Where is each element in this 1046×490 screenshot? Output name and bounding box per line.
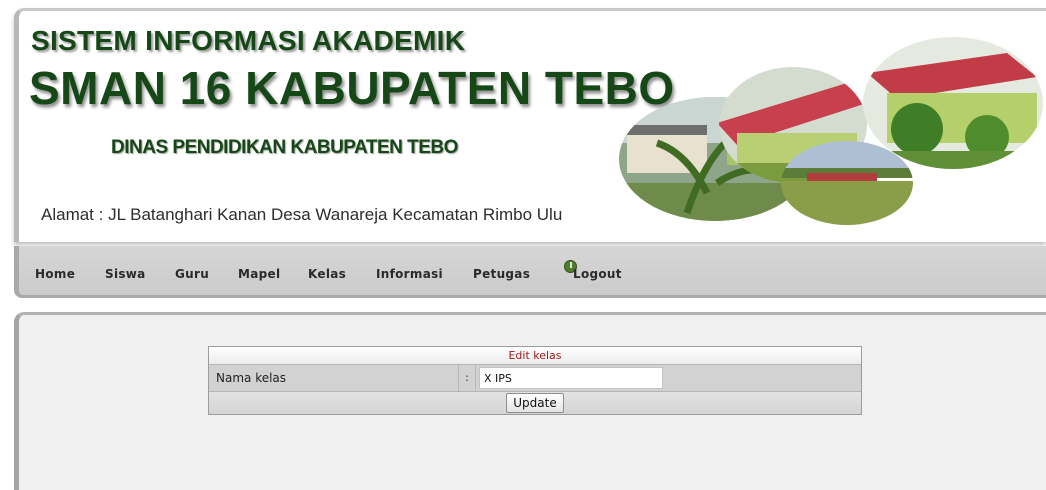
department-name: DINAS PENDIDIKAN KABUPATEN TEBO	[111, 137, 458, 158]
nav-mapel[interactable]: Mapel	[238, 267, 280, 281]
form-row-nama-kelas: Nama kelas :	[209, 365, 861, 392]
nama-kelas-label: Nama kelas	[216, 371, 287, 385]
nama-kelas-input[interactable]	[479, 367, 663, 389]
nav-siswa[interactable]: Siswa	[105, 267, 146, 281]
school-name: SMAN 16 KABUPATEN TEBO	[29, 62, 675, 114]
form-actions: Update	[209, 392, 861, 414]
nav-petugas[interactable]: Petugas	[473, 267, 530, 281]
form-title: Edit kelas	[209, 347, 861, 365]
field-separator: :	[458, 365, 476, 391]
edit-kelas-form: Edit kelas Nama kelas : Update	[208, 346, 862, 415]
content-panel: Edit kelas Nama kelas : Update	[14, 312, 1046, 490]
nav-informasi[interactable]: Informasi	[376, 267, 443, 281]
school-address: Alamat : JL Batanghari Kanan Desa Wanare…	[41, 205, 563, 224]
update-button[interactable]: Update	[506, 393, 564, 413]
nav-kelas[interactable]: Kelas	[308, 267, 346, 281]
school-photo-collage	[619, 37, 1043, 225]
nav-home[interactable]: Home	[35, 267, 75, 281]
nav-guru[interactable]: Guru	[175, 267, 209, 281]
nav-logout[interactable]: Logout	[573, 267, 622, 281]
site-header: SISTEM INFORMASI AKADEMIK SMAN 16 KABUPA…	[14, 8, 1046, 242]
app-title: SISTEM INFORMASI AKADEMIK	[31, 25, 466, 56]
main-nav: Home Siswa Guru Mapel Kelas Informasi Pe…	[14, 246, 1046, 298]
